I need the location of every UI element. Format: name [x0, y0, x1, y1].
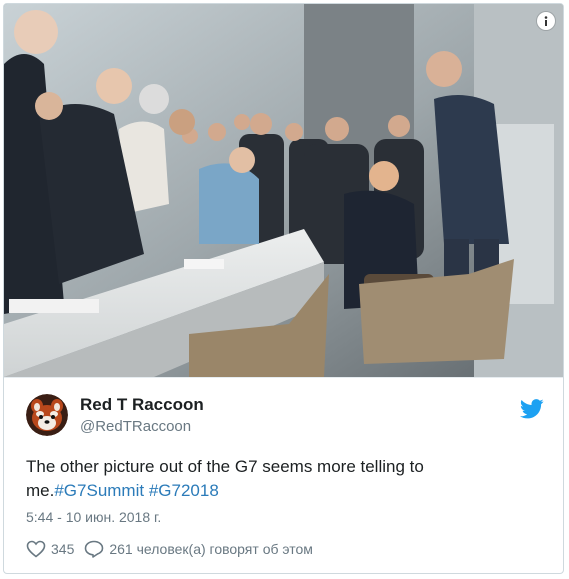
- tweet-card: Red T Raccoon @RedTRaccoon The other pic…: [3, 3, 564, 574]
- info-icon[interactable]: [537, 12, 555, 30]
- user-handle[interactable]: @RedTRaccoon: [80, 418, 191, 435]
- photo-illustration: [4, 4, 563, 377]
- hashtag-link[interactable]: #G72018: [149, 481, 219, 500]
- display-name[interactable]: Red T Raccoon: [80, 395, 204, 415]
- conversation-count: 261 человек(а) говорят об этом: [109, 541, 313, 557]
- heart-icon: [26, 540, 46, 558]
- hashtag-link[interactable]: #G7Summit: [54, 481, 144, 500]
- tweet-text: The other picture out of the G7 seems mo…: [26, 455, 546, 503]
- tweet-photo[interactable]: [4, 4, 563, 377]
- info-glyph: [544, 16, 548, 26]
- separator: [4, 377, 563, 378]
- red-panda-avatar-image: [26, 394, 68, 436]
- twitter-bird-glyph: [520, 399, 544, 419]
- tweet-timestamp[interactable]: 5:44 - 10 июн. 2018 г.: [26, 509, 161, 525]
- reply-action[interactable]: 261 человек(а) говорят об этом: [84, 540, 313, 558]
- speech-bubble-icon: [85, 540, 104, 558]
- avatar[interactable]: [26, 394, 68, 436]
- twitter-bird-icon[interactable]: [520, 399, 544, 419]
- tweet-actions: 345 261 человек(а) говорят об этом: [26, 540, 323, 558]
- like-count: 345: [51, 541, 75, 557]
- like-action[interactable]: 345: [26, 540, 74, 558]
